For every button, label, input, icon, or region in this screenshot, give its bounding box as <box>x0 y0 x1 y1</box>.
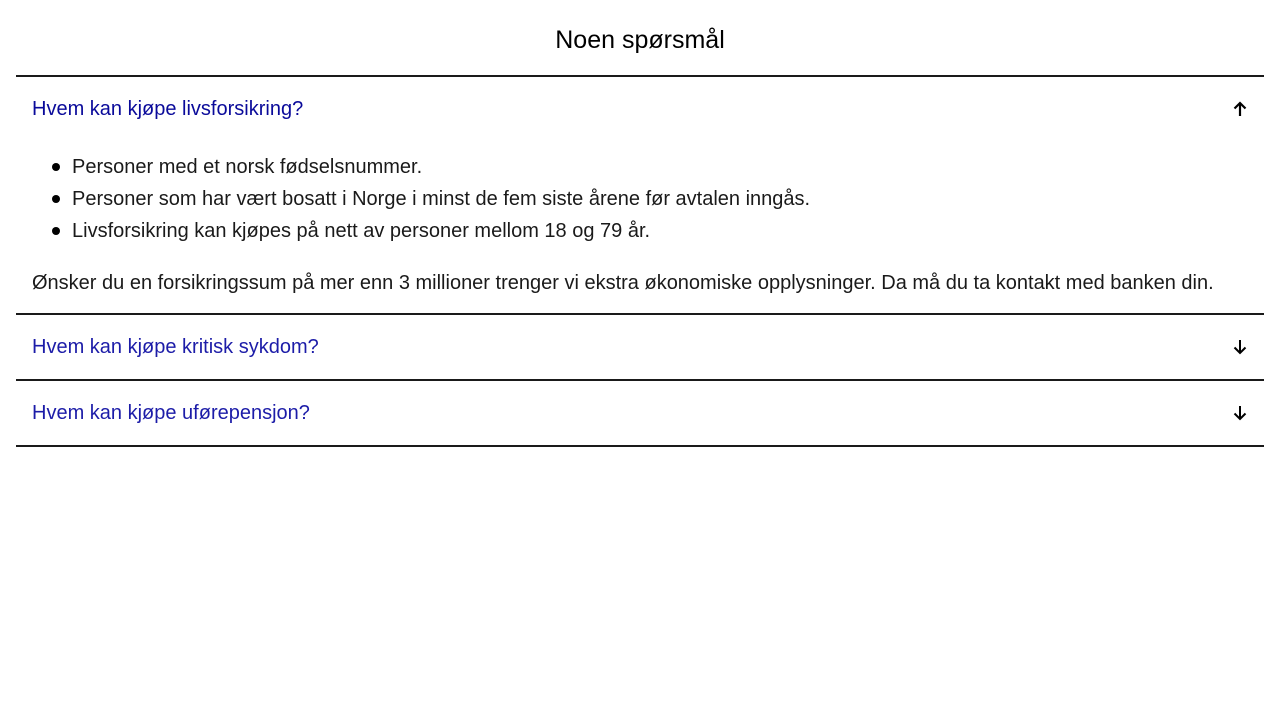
section-title: Noen spørsmål <box>555 26 725 54</box>
arrow-up-icon <box>1232 101 1248 117</box>
list-item: Livsforsikring kan kjøpes på nett av per… <box>52 215 1248 247</box>
list-item: Personer med et norsk fødselsnummer. <box>52 151 1248 183</box>
faq-item: Hvem kan kjøpe livsforsikring? Personer … <box>16 75 1264 313</box>
answer-bullet-list: Personer med et norsk fødselsnummer. Per… <box>32 151 1248 247</box>
faq-item-toggle-uforepensjon[interactable]: Hvem kan kjøpe uførepensjon? <box>16 381 1264 445</box>
faq-page: Noen spørsmål Hvem kan kjøpe livsforsikr… <box>0 0 1280 720</box>
faq-item: Hvem kan kjøpe kritisk sykdom? <box>16 313 1264 379</box>
arrow-down-icon <box>1232 339 1248 355</box>
arrow-down-icon <box>1232 405 1248 421</box>
faq-question: Hvem kan kjøpe uførepensjon? <box>32 401 310 424</box>
list-item: Personer som har vært bosatt i Norge i m… <box>52 183 1248 215</box>
faq-item-toggle-kritisk-sykdom[interactable]: Hvem kan kjøpe kritisk sykdom? <box>16 315 1264 379</box>
faq-item-toggle-livsforsikring[interactable]: Hvem kan kjøpe livsforsikring? <box>16 77 1264 141</box>
faq-question: Hvem kan kjøpe kritisk sykdom? <box>32 335 319 358</box>
faq-question: Hvem kan kjøpe livsforsikring? <box>32 97 304 120</box>
faq-item: Hvem kan kjøpe uførepensjon? <box>16 379 1264 447</box>
answer-paragraph: Ønsker du en forsikringssum på mer enn 3… <box>32 272 1214 294</box>
faq-accordion: Hvem kan kjøpe livsforsikring? Personer … <box>16 75 1264 447</box>
faq-answer: Personer med et norsk fødselsnummer. Per… <box>16 151 1264 313</box>
